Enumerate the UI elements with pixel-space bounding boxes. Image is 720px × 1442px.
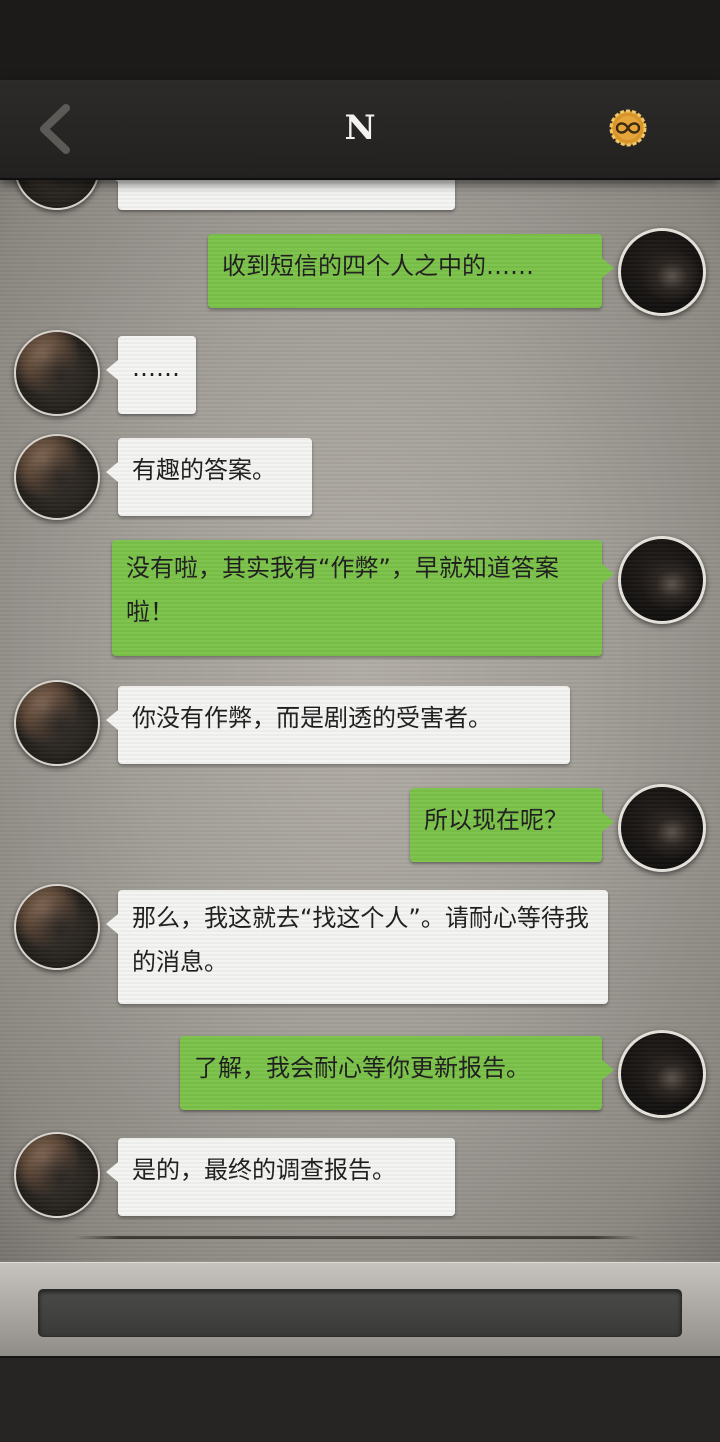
partner-avatar[interactable] — [14, 884, 100, 970]
message-bubble-outgoing: 了解，我会耐心等你更新报告。 — [180, 1036, 602, 1110]
my-avatar[interactable] — [618, 228, 706, 316]
partner-avatar[interactable] — [14, 178, 100, 210]
partner-avatar[interactable] — [14, 680, 100, 766]
my-avatar[interactable] — [618, 1030, 706, 1118]
chat-header: N — [0, 80, 720, 180]
message-bubble-outgoing: 收到短信的四个人之中的…… — [208, 234, 602, 308]
message-bubble-incoming: 你没有作弊，而是剧透的受害者。 — [118, 686, 570, 764]
my-avatar[interactable] — [618, 536, 706, 624]
partner-avatar[interactable] — [14, 1132, 100, 1218]
message-bubble-outgoing: 所以现在呢？ — [410, 788, 602, 862]
my-avatar[interactable] — [618, 784, 706, 872]
message-input[interactable] — [38, 1289, 682, 1337]
partner-avatar[interactable] — [14, 330, 100, 416]
message-bubble-incoming — [118, 178, 455, 210]
divider — [74, 1236, 640, 1239]
message-bubble-outgoing: 没有啦，其实我有“作弊”，早就知道答案啦！ — [112, 540, 602, 656]
infinity-badge-button[interactable] — [608, 108, 648, 148]
infinity-badge-icon — [608, 108, 648, 148]
partner-avatar[interactable] — [14, 434, 100, 520]
chat-area[interactable]: 收到短信的四个人之中的…… …… 有趣的答案。 没有啦，其实我有“作弊”，早就知… — [0, 178, 720, 1262]
status-bar — [0, 0, 720, 80]
message-bubble-incoming: 是的，最终的调查报告。 — [118, 1138, 455, 1216]
input-bar — [0, 1262, 720, 1357]
system-nav-bar — [0, 1356, 720, 1442]
message-bubble-incoming: 那么，我这就去“找这个人”。请耐心等待我的消息。 — [118, 890, 608, 1004]
message-bubble-incoming: …… — [118, 336, 196, 414]
message-bubble-incoming: 有趣的答案。 — [118, 438, 312, 516]
